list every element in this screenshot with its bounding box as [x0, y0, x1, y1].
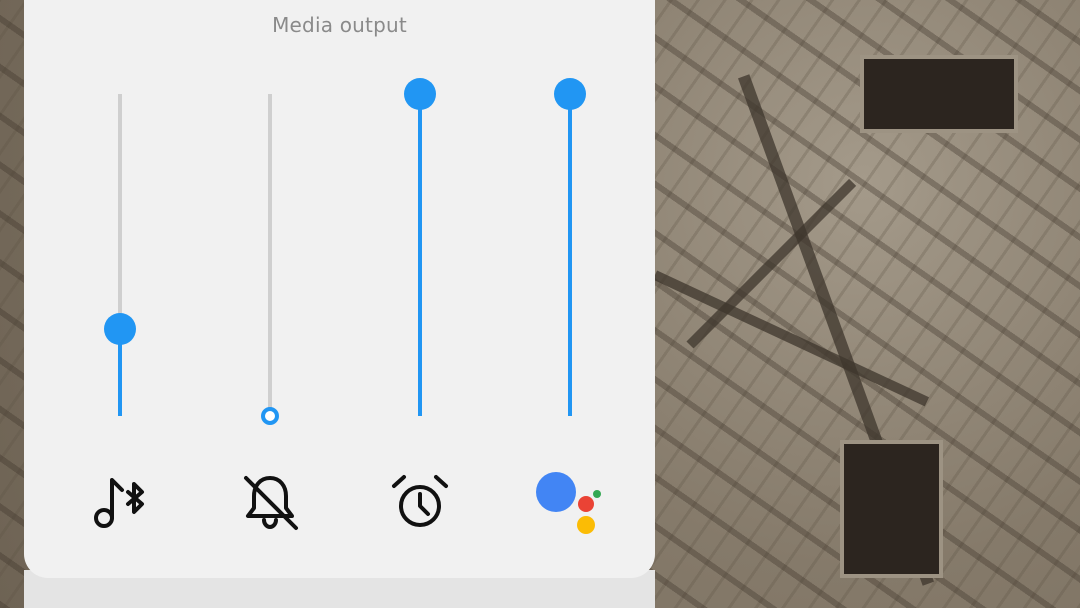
alarm-icon[interactable] — [388, 470, 452, 534]
notification-volume-slider[interactable] — [250, 94, 290, 425]
assistant-volume-slider[interactable] — [550, 78, 590, 416]
slider-fill — [418, 94, 422, 416]
slider-thumb[interactable] — [554, 78, 586, 110]
assistant-blue-dot — [536, 472, 576, 512]
volume-panel: Media output — [24, 0, 655, 578]
google-assistant-glyph — [536, 472, 601, 534]
assistant-red-dot — [578, 496, 594, 512]
background-photo-detail — [860, 55, 1018, 133]
slider-track — [268, 94, 272, 416]
google-assistant-icon[interactable] — [534, 468, 606, 540]
media-volume-slider[interactable] — [100, 94, 140, 416]
assistant-yellow-dot — [577, 516, 595, 534]
bluetooth-music-icon[interactable] — [88, 470, 152, 534]
panel-title[interactable]: Media output — [24, 13, 655, 37]
notifications-off-icon[interactable] — [238, 470, 302, 534]
background-photo-detail — [840, 440, 943, 578]
slider-thumb[interactable] — [404, 78, 436, 110]
alarm-volume-slider[interactable] — [400, 78, 440, 416]
assistant-green-dot — [593, 490, 601, 498]
slider-thumb[interactable] — [261, 407, 279, 425]
slider-thumb[interactable] — [104, 313, 136, 346]
slider-fill — [568, 94, 572, 416]
